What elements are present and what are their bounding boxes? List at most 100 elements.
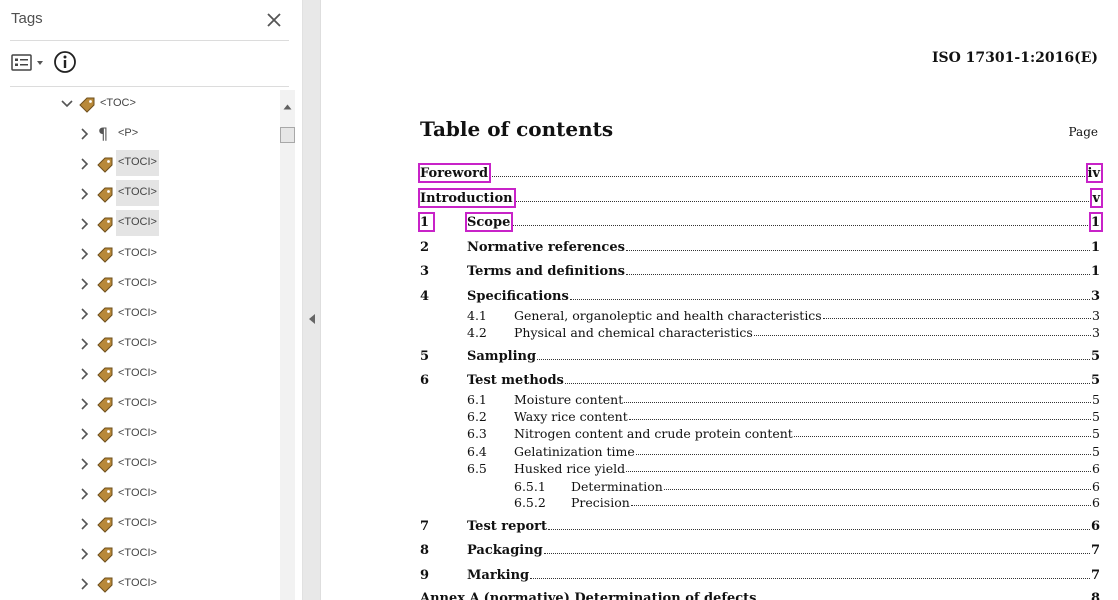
tree-item-label: <TOCI> (118, 397, 157, 409)
chevron-right-icon[interactable] (78, 457, 92, 471)
tree-item[interactable]: <TOCI> (10, 270, 270, 300)
collapse-panel-button[interactable] (308, 310, 316, 324)
tree-item[interactable]: <TOC> (10, 90, 270, 120)
chevron-right-icon[interactable] (78, 307, 92, 321)
tag-icon (97, 397, 113, 413)
toc-entry[interactable]: 4.1 General, organoleptic and health char… (420, 305, 1100, 323)
tag-icon (97, 247, 113, 263)
chevron-right-icon[interactable] (78, 187, 92, 201)
tree-item-label: <TOCI> (116, 210, 159, 236)
chevron-right-icon[interactable] (78, 157, 92, 171)
chevron-left-icon (309, 314, 315, 324)
toc-entry[interactable]: 5 Sampling 5 (420, 346, 1100, 364)
toc-entry-page: 5 (1092, 426, 1100, 441)
toc-dot-leader (793, 436, 1092, 437)
tree-item[interactable]: <TOCI> (10, 420, 270, 450)
toc-entry-page: 3 (1092, 325, 1100, 340)
toc-dot-leader (630, 505, 1092, 506)
toc-entry-number: 4.1 (467, 308, 487, 323)
tree-item-label: <TOCI> (118, 487, 157, 499)
chevron-right-icon[interactable] (78, 217, 92, 231)
chevron-right-icon[interactable] (78, 277, 92, 291)
chevron-right-icon[interactable] (78, 487, 92, 501)
toc-dot-leader (625, 250, 1090, 251)
toc-dot-leader (543, 553, 1090, 554)
toc-entry[interactable]: 6.1 Moisture content 5 (420, 389, 1100, 407)
panel-title: Tags (11, 10, 43, 27)
tree-item-label: <TOCI> (118, 457, 157, 469)
chevron-down-icon[interactable] (60, 97, 74, 111)
tree-item[interactable]: <TOCI> (10, 540, 270, 570)
toc-entry[interactable]: 1 Scope 1 (420, 212, 1100, 230)
chevron-right-icon[interactable] (78, 397, 92, 411)
tree-item[interactable]: <TOCI> (10, 450, 270, 480)
toc-entry-title: Marking (467, 568, 530, 583)
tree-item[interactable]: <TOCI> (10, 210, 270, 240)
tree-item[interactable]: <TOCI> (10, 480, 270, 510)
toc-entry[interactable]: 9 Marking 7 (420, 565, 1100, 583)
panel-splitter[interactable] (303, 0, 321, 600)
toc-entry[interactable]: 2 Normative references 1 (420, 237, 1100, 255)
tree-item[interactable]: <TOCI> (10, 150, 270, 180)
info-icon (54, 51, 76, 73)
chevron-right-icon[interactable] (78, 367, 92, 381)
tree-item[interactable]: <TOCI> (10, 240, 270, 270)
toc-entry-title: Packaging (467, 543, 543, 558)
toc-entry[interactable]: 6.2 Waxy rice content 5 (420, 406, 1100, 424)
info-button[interactable] (53, 50, 77, 74)
toc-dot-leader (513, 201, 1092, 202)
toc-entry[interactable]: 4 Specifications 3 (420, 286, 1100, 304)
chevron-right-icon[interactable] (78, 247, 92, 261)
toc-entry[interactable]: 6.4 Gelatinization time 5 (420, 441, 1100, 459)
toc-entry[interactable]: 6 Test methods 5 (420, 370, 1100, 388)
tree-item[interactable]: <TOCI> (10, 330, 270, 360)
tag-icon (97, 547, 113, 563)
tags-tree: <TOC> ¶ <P> <TOCI> <TOCI> <TOCI> <TOCI> <TOCI> <… (10, 90, 280, 600)
chevron-right-icon[interactable] (78, 577, 92, 591)
toc-entry-number: 6.2 (467, 409, 487, 424)
toc-entry[interactable]: Annex A (normative) Determination of defe… (420, 588, 1100, 600)
toc-entry[interactable]: Foreword iv (420, 163, 1100, 181)
toc-dot-leader (530, 578, 1090, 579)
chevron-right-icon[interactable] (78, 127, 92, 141)
toc-entry-page: iv (1087, 166, 1101, 181)
chevron-right-icon[interactable] (78, 547, 92, 561)
tree-item-label: <TOCI> (118, 337, 157, 349)
toc-entry[interactable]: 6.5 Husked rice yield 6 (420, 458, 1100, 476)
tree-scrollbar[interactable] (280, 90, 295, 600)
tags-panel: Tags <TOC> ¶ <P> <TOCI> <TOCI> <TOCI> <TOCI> <T… (0, 0, 303, 600)
chevron-right-icon[interactable] (78, 427, 92, 441)
toc-entry-title: Husked rice yield (514, 461, 626, 476)
toc-entry-number: 2 (420, 240, 430, 255)
toc-entry[interactable]: 3 Terms and definitions 1 (420, 261, 1100, 279)
tree-item[interactable]: <TOCI> (10, 360, 270, 390)
tree-item-label: <TOCI> (118, 307, 157, 319)
chevron-right-icon[interactable] (78, 517, 92, 531)
tree-item[interactable]: <TOCI> (10, 180, 270, 210)
tree-item[interactable]: <TOCI> (10, 300, 270, 330)
toc-entry[interactable]: 7 Test report 6 (420, 516, 1100, 534)
tree-item-label: <TOCI> (118, 427, 157, 439)
toc-entry[interactable]: 4.2 Physical and chemical characteristics… (420, 322, 1100, 340)
toc-dot-leader (489, 176, 1087, 177)
scroll-up-button[interactable] (283, 96, 292, 110)
toc-entry[interactable]: 8 Packaging 7 (420, 540, 1100, 558)
tree-item[interactable]: ¶ <P> (10, 120, 270, 150)
toc-entry-page: v (1092, 191, 1100, 206)
chevron-right-icon[interactable] (78, 337, 92, 351)
toc-entry-page: 1 (1090, 264, 1100, 279)
toc-entry-number: 8 (420, 543, 430, 558)
tag-icon (97, 337, 113, 353)
toc-entry[interactable]: Introduction v (420, 188, 1100, 206)
scrollbar-thumb[interactable] (280, 127, 295, 143)
toc-entry-page: 5 (1090, 349, 1100, 364)
tree-item-label: <TOCI> (118, 277, 157, 289)
tree-item[interactable]: <TOCI> (10, 390, 270, 420)
toc-entry[interactable]: 6.5.2 Precision 6 (420, 492, 1100, 510)
tree-item[interactable]: <TOCI> (10, 570, 270, 600)
document-page: ISO 17301-1:2016(E) Table of contents Pa… (322, 0, 1118, 600)
tree-item[interactable]: <TOCI> (10, 510, 270, 540)
options-menu-button[interactable] (11, 52, 47, 74)
close-panel-button[interactable] (262, 8, 286, 32)
toc-entry[interactable]: 6.3 Nitrogen content and crude protein co… (420, 423, 1100, 441)
